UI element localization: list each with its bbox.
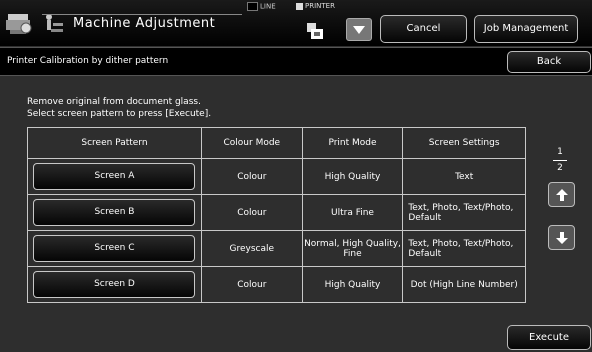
instruction-line-1: Remove original from document glass. <box>27 97 201 107</box>
pattern-cell: Screen A <box>27 158 202 195</box>
print-mode-cell: Ultra Fine <box>301 194 404 231</box>
printer-label: PRINTER <box>305 2 335 10</box>
pattern-cell: Screen B <box>27 194 202 231</box>
top-bar: Machine Adjustment LINE PRINTER Cancel J… <box>0 0 592 46</box>
header-colour-mode: Colour Mode <box>200 127 303 159</box>
scroll-down-button[interactable] <box>548 225 575 250</box>
page-current: 1 <box>557 147 563 157</box>
title-rule <box>42 14 242 15</box>
page-divider <box>553 160 567 161</box>
machine-icon <box>6 14 32 34</box>
table-row: Screen A Colour High Quality Text <box>27 158 526 195</box>
pattern-cell: Screen C <box>27 230 202 267</box>
line-indicator: LINE <box>247 2 276 11</box>
table-row: Screen D Colour High Quality Dot (High L… <box>27 266 526 303</box>
back-button[interactable]: Back <box>507 51 591 73</box>
screen-settings-cell: Dot (High Line Number) <box>402 266 526 303</box>
colour-mode-cell: Colour <box>200 158 303 195</box>
subheader: Printer Calibration by dither pattern Ba… <box>0 47 592 76</box>
header-print-mode: Print Mode <box>301 127 404 159</box>
colour-mode-cell: Colour <box>200 266 303 303</box>
header-screen-pattern: Screen Pattern <box>27 127 202 159</box>
triangle-down-icon[interactable] <box>346 18 372 41</box>
line-status-icon <box>247 2 258 11</box>
colour-mode-cell: Greyscale <box>200 230 303 267</box>
screen-settings-cell: Text, Photo, Text/Photo, Default <box>402 194 526 231</box>
screen-c-button[interactable]: Screen C <box>33 235 196 262</box>
page-indicator: 1 2 <box>550 147 570 174</box>
arrow-down-icon <box>556 232 568 244</box>
table-row: Screen C Greyscale Normal, High Quality,… <box>27 230 526 267</box>
print-mode-cell: High Quality <box>301 158 404 195</box>
pattern-cell: Screen D <box>27 266 202 303</box>
instruction-line-2: Select screen pattern to press [Execute]… <box>27 109 212 119</box>
screen-b-button[interactable]: Screen B <box>33 199 196 226</box>
table-header-row: Screen Pattern Colour Mode Print Mode Sc… <box>27 127 526 159</box>
printer-icon <box>307 23 323 39</box>
cancel-button[interactable]: Cancel <box>380 15 467 43</box>
arrow-up-icon <box>556 189 568 201</box>
screen-settings-cell: Text, Photo, Text/Photo, Default <box>402 230 526 267</box>
colour-mode-cell: Colour <box>200 194 303 231</box>
instructions: Remove original from document glass. Sel… <box>27 96 211 120</box>
screen-pattern-table: Screen Pattern Colour Mode Print Mode Sc… <box>27 127 526 303</box>
scroll-up-button[interactable] <box>548 182 575 207</box>
job-management-button[interactable]: Job Management <box>474 15 578 43</box>
print-mode-cell: Normal, High Quality, Fine <box>301 230 404 267</box>
printer-indicator: PRINTER <box>296 2 335 10</box>
table-row: Screen B Colour Ultra Fine Text, Photo, … <box>27 194 526 231</box>
subheader-title: Printer Calibration by dither pattern <box>7 56 169 66</box>
page-title: Machine Adjustment <box>73 16 216 31</box>
print-mode-cell: High Quality <box>301 266 404 303</box>
header-screen-settings: Screen Settings <box>402 127 526 159</box>
line-label: LINE <box>260 2 276 11</box>
page-total: 2 <box>557 163 563 173</box>
printer-status-icon <box>296 2 303 10</box>
screen-a-button[interactable]: Screen A <box>33 163 196 190</box>
execute-button[interactable]: Execute <box>507 325 591 350</box>
screen-d-button[interactable]: Screen D <box>33 271 196 298</box>
screen-settings-cell: Text <box>402 158 526 195</box>
